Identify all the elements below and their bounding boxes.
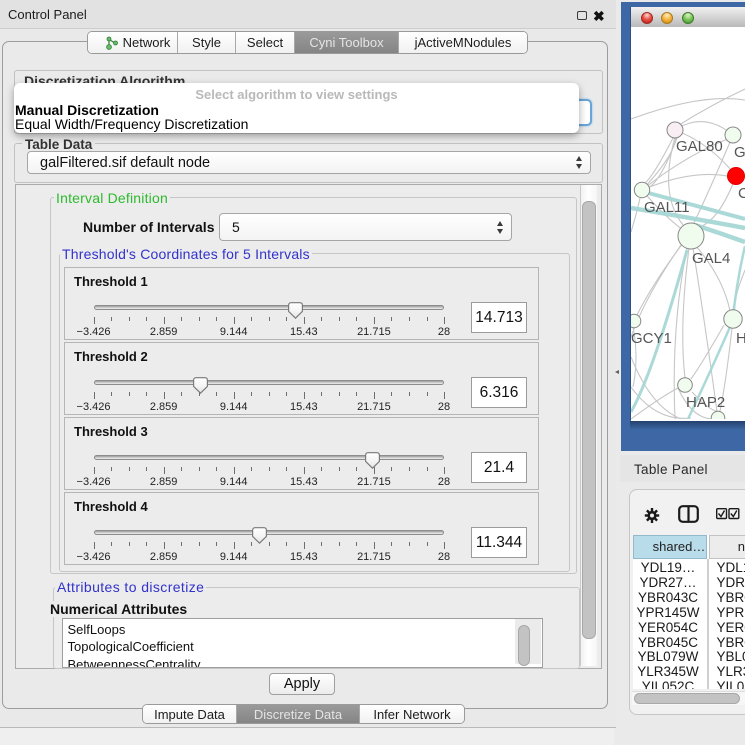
svg-text:C: C (738, 185, 745, 202)
svg-text:GCY1: GCY1 (631, 330, 672, 347)
svg-text:GAL4: GAL4 (692, 250, 730, 267)
svg-text:GA: GA (734, 144, 745, 161)
svg-text:HAP2: HAP2 (686, 394, 725, 411)
svg-text:H: H (736, 330, 745, 347)
svg-text:GAL80: GAL80 (676, 138, 723, 155)
svg-text:GAL11: GAL11 (644, 199, 690, 216)
